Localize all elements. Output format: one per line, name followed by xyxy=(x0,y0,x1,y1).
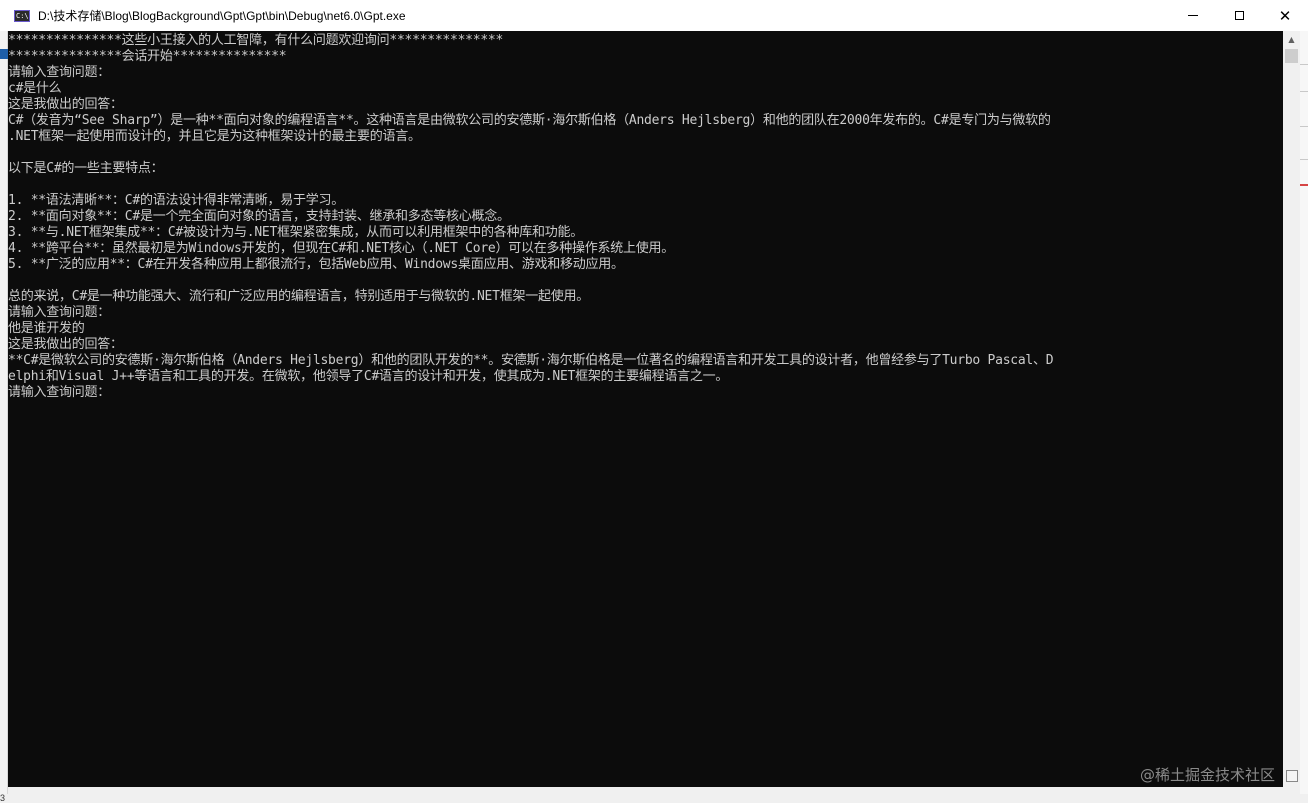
resize-grip-icon[interactable] xyxy=(1286,770,1298,782)
console-app-icon: C:\ xyxy=(14,9,30,22)
console-line: 3. **与.NET框架集成**：C#被设计为与.NET框架紧密集成，从而可以利… xyxy=(8,225,584,240)
watermark: @稀土掘金技术社区 xyxy=(1140,766,1276,784)
background-window-edge-left: 3 xyxy=(0,31,8,803)
console-line: 5. **广泛的应用**：C#在开发各种应用上都很流行，包括Web应用、Wind… xyxy=(8,257,624,272)
maximize-button[interactable] xyxy=(1216,0,1262,31)
console-output[interactable]: ***************这些小王接入的人工智障，有什么问题欢迎询问****… xyxy=(8,31,1283,787)
divider xyxy=(1300,64,1308,65)
background-window-edge-right xyxy=(1300,31,1308,794)
close-button[interactable]: ✕ xyxy=(1262,0,1308,31)
arrow-up-icon: ▲ xyxy=(1288,35,1295,44)
console-line: C#（发音为“See Sharp”）是一种**面向对象的编程语言**。这种语言是… xyxy=(8,113,1051,128)
console-line: 这是我做出的回答： xyxy=(8,337,123,352)
window-controls: ✕ xyxy=(1170,0,1308,31)
divider xyxy=(1300,159,1308,160)
title-bar[interactable]: C:\ D:\技术存储\Blog\BlogBackground\Gpt\Gpt\… xyxy=(0,0,1308,31)
background-app-marker xyxy=(0,49,8,59)
console-line: 4. **跨平台**：虽然最初是为Windows开发的，但现在C#和.NET核心… xyxy=(8,241,674,256)
console-line: ***************这些小王接入的人工智障，有什么问题欢迎询问****… xyxy=(8,33,504,48)
close-icon: ✕ xyxy=(1278,6,1292,25)
window-bottom-edge xyxy=(8,787,1300,794)
scrollbar-thumb[interactable] xyxy=(1285,49,1298,63)
console-line: 请输入查询问题： xyxy=(8,65,111,80)
console-line: c#是什么 xyxy=(8,81,62,96)
console-window: C:\ D:\技术存储\Blog\BlogBackground\Gpt\Gpt\… xyxy=(0,0,1308,803)
console-line: 这是我做出的回答： xyxy=(8,97,123,112)
console-line: 2. **面向对象**：C#是一个完全面向对象的语言，支持封装、继承和多态等核心… xyxy=(8,209,510,224)
console-line: 1. **语法清晰**：C#的语法设计得非常清晰，易于学习。 xyxy=(8,193,344,208)
console-line: 请输入查询问题： xyxy=(8,385,111,400)
console-line: ***************会话开始*************** xyxy=(8,49,287,64)
console-line: 请输入查询问题： xyxy=(8,305,111,320)
minimize-icon xyxy=(1188,15,1198,16)
console-line: .NET框架一起使用而设计的，并且它是为这种框架设计的最主要的语言。 xyxy=(8,129,421,144)
console-line: 以下是C#的一些主要特点： xyxy=(8,161,164,176)
vertical-scrollbar[interactable]: ▲ ▼ xyxy=(1283,31,1300,787)
console-lines: ***************这些小王接入的人工智障，有什么问题欢迎询问****… xyxy=(8,33,1054,401)
console-line: 总的来说，C#是一种功能强大、流行和广泛应用的编程语言，特别适用于与微软的.NE… xyxy=(8,289,589,304)
console-line: elphi和Visual J++等语言和工具的开发。在微软，他领导了C#语言的设… xyxy=(8,369,729,384)
scroll-up-button[interactable]: ▲ xyxy=(1283,31,1300,48)
console-line: 他是谁开发的 xyxy=(8,321,85,336)
background-line-number: 3 xyxy=(0,793,6,803)
divider xyxy=(1300,91,1308,92)
console-line: **C#是微软公司的安德斯·海尔斯伯格（Anders Hejlsberg）和他的… xyxy=(8,353,1054,368)
background-red-marker xyxy=(1300,184,1308,186)
divider xyxy=(1300,126,1308,127)
minimize-button[interactable] xyxy=(1170,0,1216,31)
window-title: D:\技术存储\Blog\BlogBackground\Gpt\Gpt\bin\… xyxy=(38,9,406,23)
maximize-icon xyxy=(1234,11,1244,20)
